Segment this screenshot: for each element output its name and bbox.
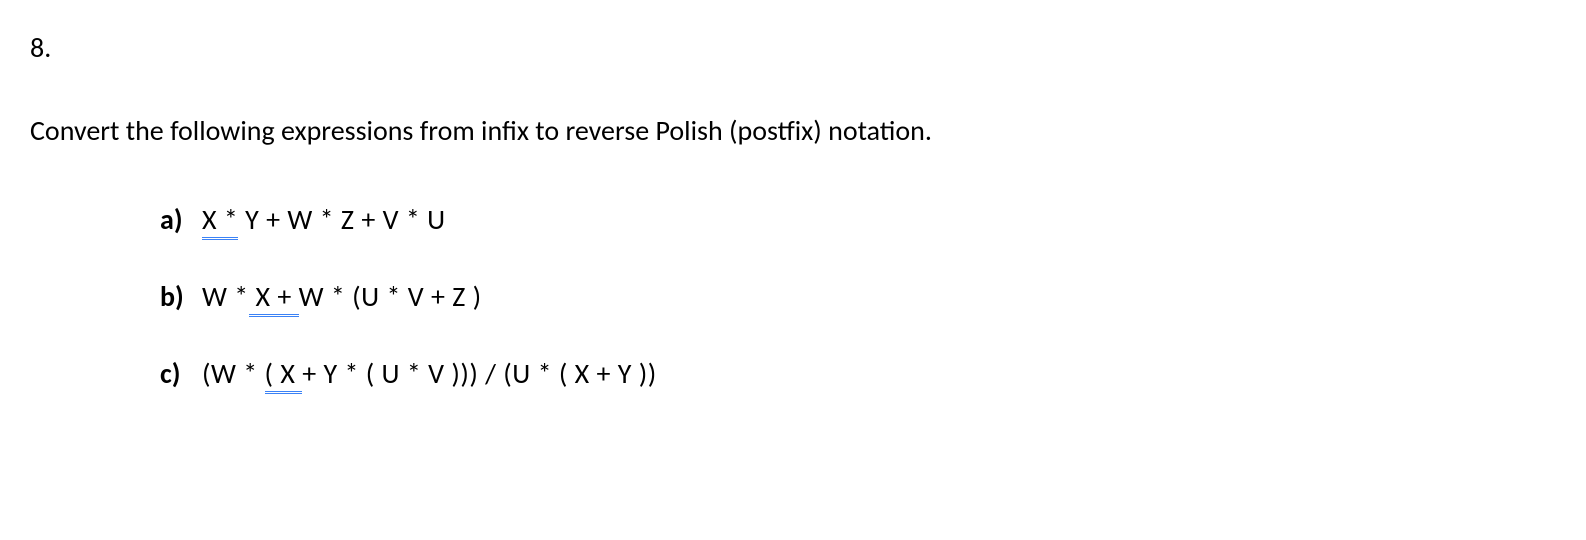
expression-rest: + Y * ( U * V ))) / (U * ( X + Y )) — [302, 356, 657, 391]
item-c: c) (W * ( X + Y * ( U * V ))) / (U * ( X… — [160, 356, 1586, 391]
spell-underline: X * — [202, 202, 238, 238]
item-a: a) X * Y + W * Z + V * U — [160, 202, 1586, 237]
item-b: b) W * X + W * (U * V + Z ) — [160, 279, 1586, 314]
item-expression: X * Y + W * Z + V * U — [202, 202, 446, 237]
expression-rest: W * (U * V + Z ) — [299, 279, 482, 314]
problem-instruction: Convert the following expressions from i… — [30, 113, 1586, 148]
spell-underline: X + — [249, 279, 299, 315]
expression-rest: Y + W * Z + V * U — [238, 202, 445, 237]
items-list: a) X * Y + W * Z + V * U b) W * X + W * … — [30, 202, 1586, 391]
item-label: a) — [160, 202, 202, 237]
item-label: c) — [160, 356, 202, 391]
item-expression: (W * ( X + Y * ( U * V ))) / (U * ( X + … — [202, 356, 657, 391]
item-expression: W * X + W * (U * V + Z ) — [202, 279, 482, 314]
expression-prefix: (W * — [202, 356, 265, 391]
problem-number: 8. — [30, 30, 1586, 65]
expression-prefix: W * — [202, 279, 249, 314]
item-label: b) — [160, 279, 202, 314]
spell-underline: ( X — [265, 356, 303, 392]
